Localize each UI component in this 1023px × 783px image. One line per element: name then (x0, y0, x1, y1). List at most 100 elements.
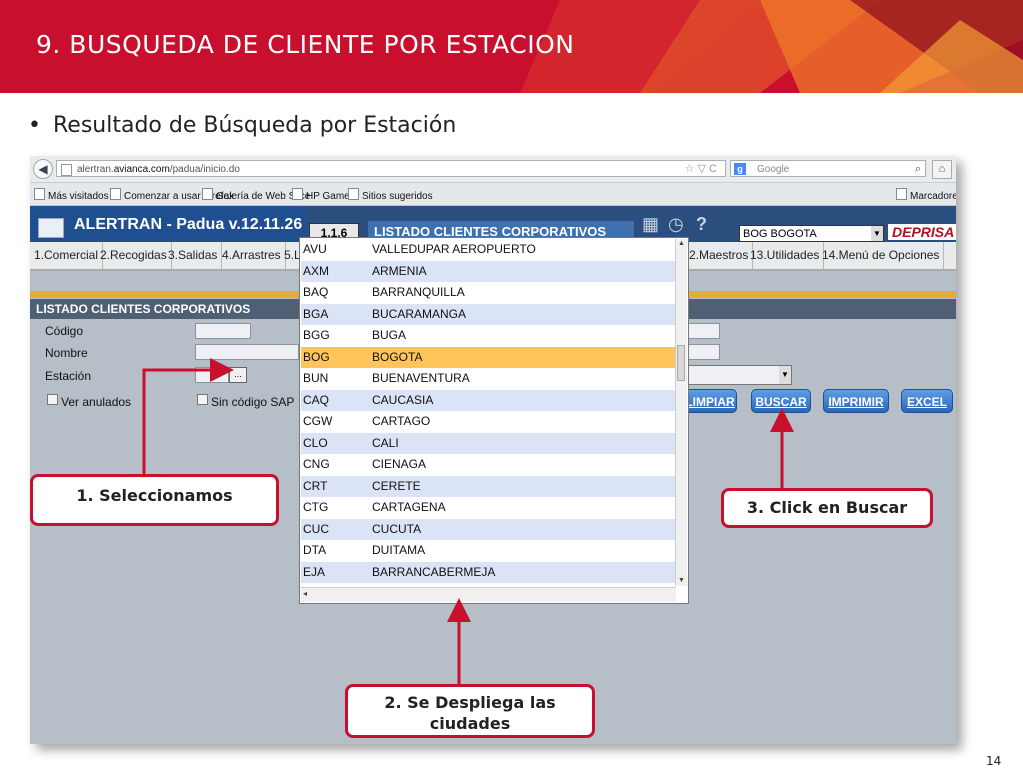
url-domain: avianca.com (113, 164, 170, 175)
slide-header: 9. BUSQUEDA DE CLIENTE POR ESTACION (0, 0, 1023, 93)
nombre-input[interactable] (195, 344, 299, 360)
city-name: DUITAMA (372, 543, 426, 557)
city-option[interactable]: EJA BARRANCABERMEJA (301, 561, 676, 583)
page-number: 14 (986, 754, 1002, 768)
bookmark-sitios-sugeridos[interactable]: Sitios sugeridos (348, 188, 433, 202)
url-path: /padua/inicio.do (169, 164, 240, 175)
city-option[interactable]: DTA DUITAMA (301, 540, 676, 562)
menu-item-opciones[interactable]: 14.Menú de Opciones (818, 242, 945, 269)
station-lookup-button[interactable]: ... (229, 367, 247, 383)
url-domain-prefix: alertran. (77, 164, 114, 175)
city-code: EJA (303, 564, 326, 579)
city-option[interactable]: CUC CUCUTA (301, 518, 676, 540)
city-name: CARTAGENA (372, 500, 446, 514)
chevron-down-icon[interactable]: ▼ (871, 226, 883, 241)
vertical-scrollbar[interactable]: ▲ ▼ (675, 239, 687, 586)
city-option[interactable]: BUN BUENAVENTURA (301, 368, 676, 390)
bookmark-hp-games[interactable]: HP Games (292, 188, 355, 202)
bullet-icon: • (28, 113, 41, 138)
ver-anulados-checkbox[interactable] (47, 394, 58, 405)
codigo-input-right[interactable] (686, 323, 720, 339)
city-option[interactable]: CGW CARTAGO (301, 411, 676, 433)
scroll-thumb[interactable] (677, 345, 685, 381)
calendar-icon[interactable]: ▦ (642, 214, 659, 235)
bookmarks-menu[interactable]: Marcadores (896, 188, 956, 202)
menu-item-recogidas[interactable]: 2.Recogidas (96, 242, 172, 269)
menu-item-maestros[interactable]: 2.Maestros (685, 242, 754, 269)
search-field[interactable]: g Google ⌕ (730, 160, 926, 177)
sin-codigo-sap-label: Sin código SAP (211, 395, 295, 409)
search-placeholder: Google (757, 164, 790, 175)
app-window-icon (38, 218, 64, 238)
station-select-value: BOG BOGOTA (743, 228, 817, 240)
bookmarks-bar: Más visitados Comenzar a usar Firefox Ga… (30, 183, 956, 206)
city-code: CGW (303, 414, 333, 428)
scroll-left-icon[interactable]: ◂ (303, 589, 307, 598)
slide-title: 9. BUSQUEDA DE CLIENTE POR ESTACION (36, 30, 575, 59)
city-code: BOG (303, 349, 330, 364)
estacion-label: Estación (45, 369, 92, 383)
nombre-label: Nombre (45, 346, 88, 360)
city-dropdown[interactable]: AVU VALLEDUPAR AEROPUERTO AXM ARMENIA BAQ BAR… (299, 237, 689, 604)
scroll-down-icon[interactable]: ▼ (676, 576, 687, 586)
slide-bullet: • Resultado de Búsqueda por Estación (28, 113, 456, 138)
station-select[interactable]: BOG BOGOTA ▼ (739, 225, 884, 242)
city-name: BUCARAMANGA (372, 306, 467, 321)
codigo-input[interactable] (195, 323, 251, 339)
city-name: BUENAVENTURA (372, 371, 470, 385)
url-field[interactable]: alertran.avianca.com/padua/inicio.do ☆ ▽… (56, 160, 726, 177)
city-option[interactable]: BOG BOGOTA (301, 346, 676, 368)
menu-item-salidas[interactable]: 3.Salidas (164, 242, 223, 269)
bullet-text: Resultado de Búsqueda por Estación (52, 113, 457, 138)
city-list: AVU VALLEDUPAR AEROPUERTO AXM ARMENIA BAQ BAR… (301, 239, 676, 583)
estacion-input[interactable] (195, 367, 229, 383)
callout-step-2: 2. Se Despliega las ciudades (345, 684, 595, 738)
app-title: ALERTRAN - Padua v.12.11.26 (74, 216, 303, 233)
city-option[interactable]: CLO CALI (301, 432, 676, 454)
ver-anulados-label: Ver anulados (61, 395, 132, 409)
city-name: ARMENIA (372, 263, 427, 278)
app-title-box: ALERTRAN - Padua v.12.11.26 (30, 206, 306, 242)
city-name: CIENAGA (372, 457, 427, 471)
city-option[interactable]: BAQ BARRANQUILLA (301, 282, 676, 304)
home-icon[interactable]: ⌂ (932, 160, 952, 179)
callout-step-3: 3. Click en Buscar (721, 488, 933, 528)
menu-item-arrastres[interactable]: 4.Arrastres (218, 242, 286, 269)
city-code: CRT (303, 478, 328, 493)
excel-button[interactable]: EXCEL (901, 389, 953, 413)
scroll-up-icon[interactable]: ▲ (676, 239, 687, 249)
search-icon[interactable]: ⌕ (915, 161, 921, 178)
city-option[interactable]: AXM ARMENIA (301, 260, 676, 282)
city-name: CAUCASIA (372, 392, 434, 407)
app-screenshot: ◀ alertran.avianca.com/padua/inicio.do ☆… (30, 156, 956, 744)
back-button[interactable]: ◀ (33, 159, 53, 179)
menu-item-comercial[interactable]: 1.Comercial (30, 242, 104, 269)
chevron-down-icon[interactable]: ▼ (779, 366, 791, 384)
city-code: AXM (303, 263, 330, 278)
clock-icon[interactable]: ◷ (668, 214, 684, 235)
city-name: CERETE (372, 478, 421, 493)
city-code: CNG (303, 457, 330, 471)
city-option[interactable]: CAQ CAUCASIA (301, 389, 676, 411)
browser-nav-bar: ◀ alertran.avianca.com/padua/inicio.do ☆… (30, 156, 956, 183)
city-option[interactable]: BGG BUGA (301, 325, 676, 347)
city-option[interactable]: CRT CERETE (301, 475, 676, 497)
nombre-input-right[interactable] (686, 344, 720, 360)
city-option[interactable]: BGA BUCARAMANGA (301, 303, 676, 325)
horizontal-scrollbar[interactable]: ◂ (301, 587, 676, 602)
city-option[interactable]: CNG CIENAGA (301, 454, 676, 476)
city-code: BGA (303, 306, 329, 321)
city-option[interactable]: AVU VALLEDUPAR AEROPUERTO (301, 239, 676, 261)
limpiar-button[interactable]: LIMPIAR (683, 389, 737, 413)
menu-item-utilidades[interactable]: 13.Utilidades (746, 242, 825, 269)
bookmark-mas-visitados[interactable]: Más visitados (34, 188, 109, 202)
help-icon[interactable]: ? (696, 214, 707, 235)
city-code: DTA (303, 543, 327, 557)
page-icon (61, 164, 72, 176)
city-name: BUGA (372, 328, 407, 342)
imprimir-button[interactable]: IMPRIMIR (823, 389, 889, 413)
url-actions[interactable]: ☆ ▽ C (685, 161, 717, 178)
buscar-button[interactable]: BUSCAR (751, 389, 811, 413)
sin-codigo-sap-checkbox[interactable] (197, 394, 208, 405)
city-option[interactable]: CTG CARTAGENA (301, 497, 676, 519)
